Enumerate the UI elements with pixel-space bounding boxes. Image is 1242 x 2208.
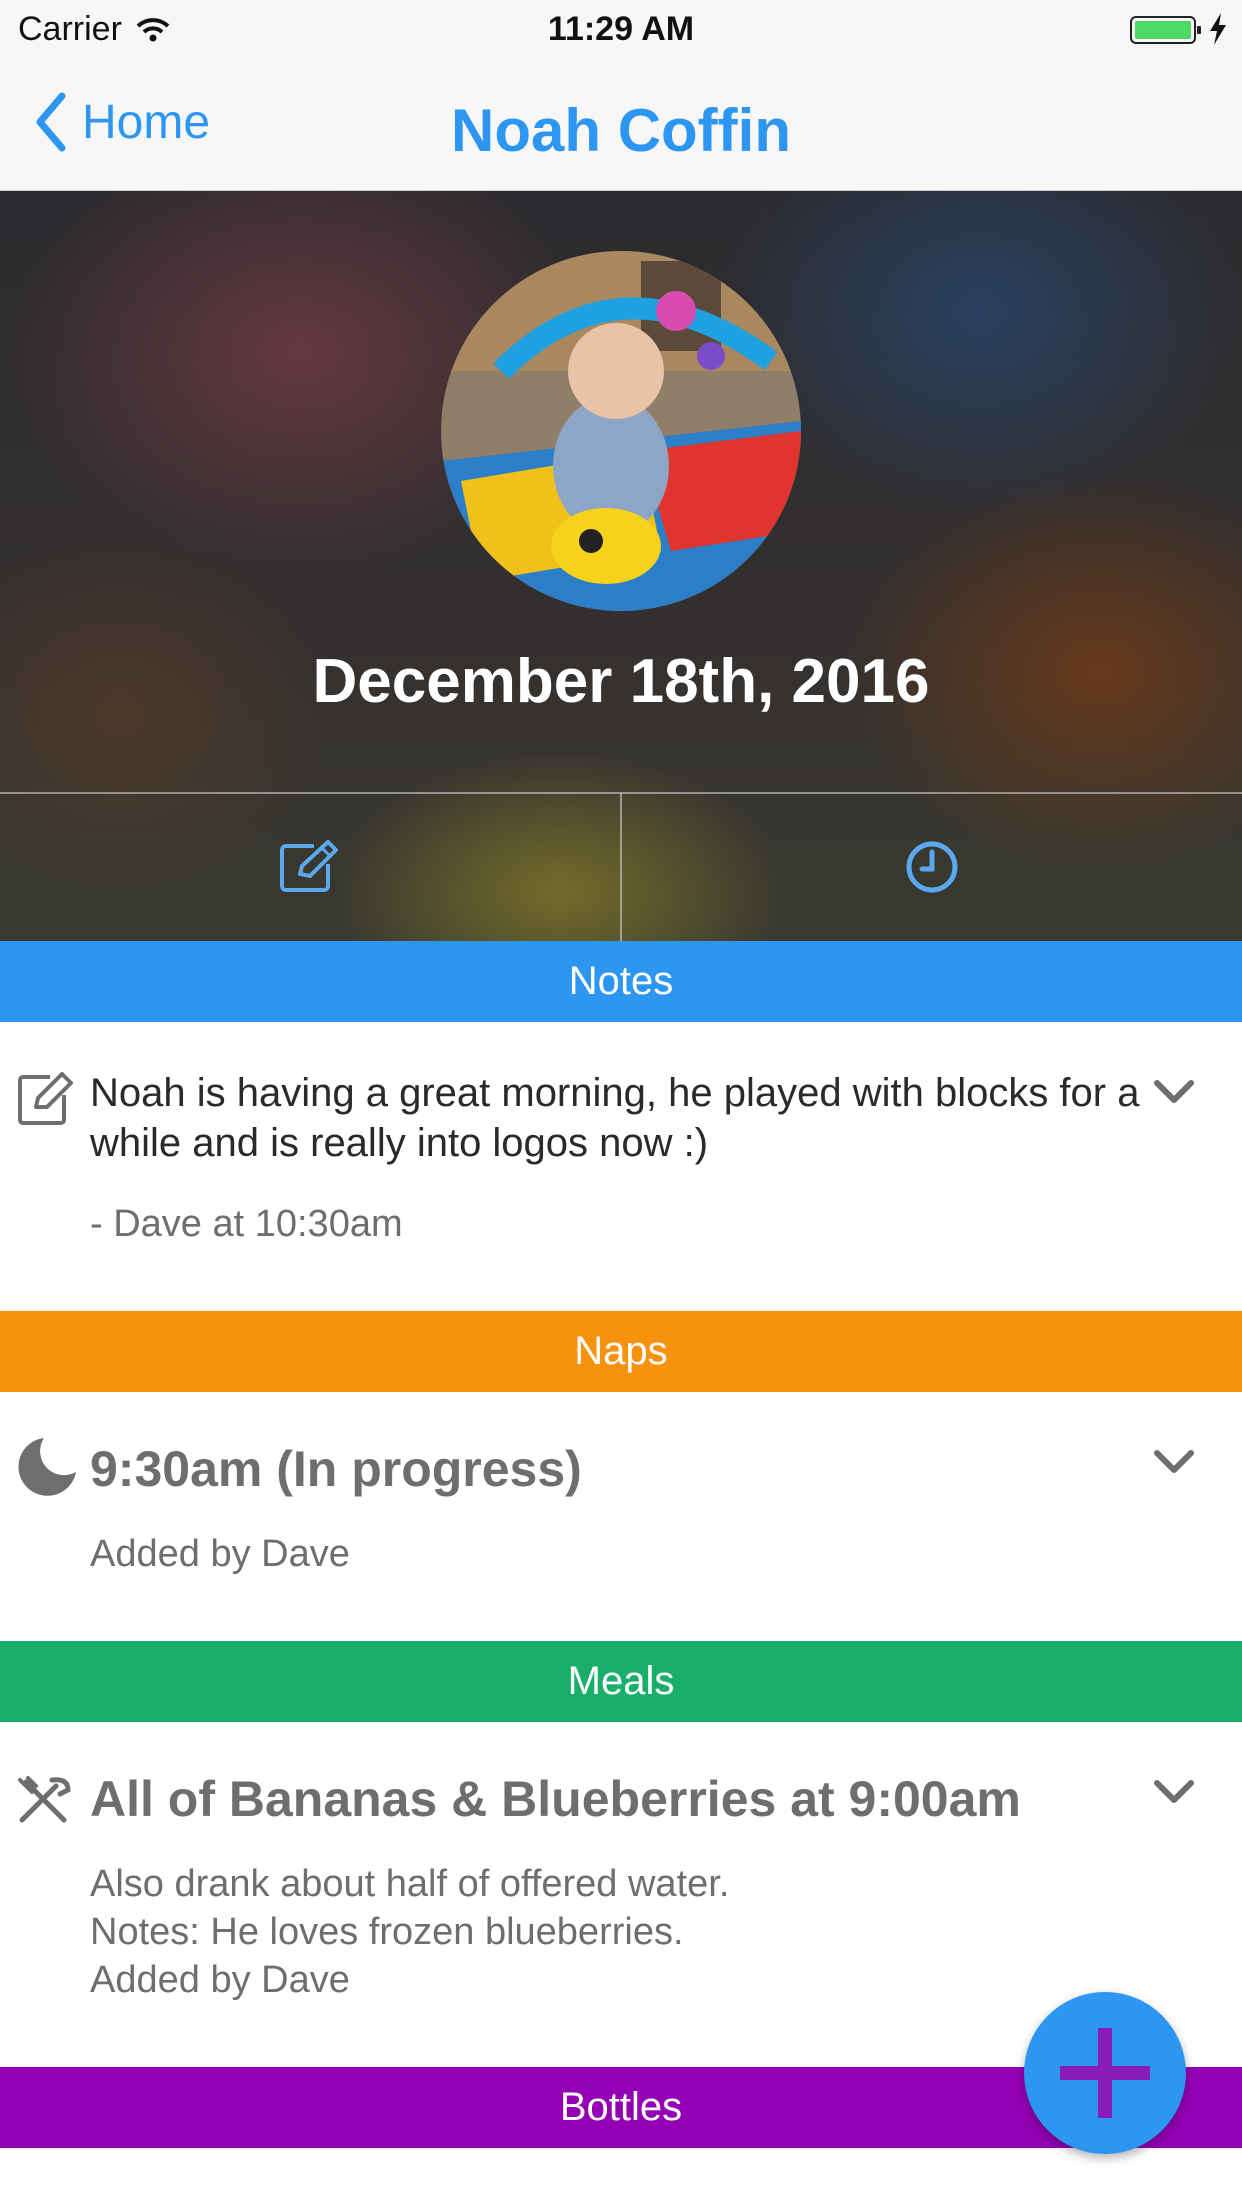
meal-added-by: Added by Dave (90, 1959, 350, 2001)
meals-header: Meals (0, 1641, 1242, 1722)
add-note-button[interactable] (0, 793, 620, 941)
chevron-down-icon[interactable] (1152, 1078, 1196, 1108)
meal-title: All of Bananas & Blueberries at 9:00am (90, 1771, 1021, 1827)
avatar (441, 251, 801, 611)
utensils-icon (18, 1776, 71, 1823)
charging-bolt-icon (1210, 13, 1226, 45)
chevron-down-icon[interactable] (1152, 1448, 1196, 1478)
add-entry-button[interactable] (1024, 1992, 1186, 2154)
moon-icon (18, 1438, 76, 1496)
date-title: December 18th, 2016 (312, 647, 930, 716)
meal-detail: Also drank about half of offered water. (90, 1863, 730, 1905)
status-bar: Carrier 11:29 AM (0, 0, 1242, 60)
history-button[interactable] (622, 793, 1242, 941)
meal-notes: Notes: He loves frozen blueberries. (90, 1911, 684, 1953)
navigation-bar: Home Noah Coffin (0, 60, 1242, 191)
nav-title: Noah Coffin (451, 97, 791, 164)
naps-header: Naps (0, 1311, 1242, 1392)
note-text: Noah is having a great morning, he playe… (90, 1071, 1140, 1165)
edit-icon (280, 840, 338, 892)
battery-icon (1130, 16, 1201, 44)
note-icon (18, 1072, 73, 1125)
nap-title: 9:30am (In progress) (90, 1441, 582, 1497)
profile-header: December 18th, 2016 (0, 191, 1242, 941)
notes-header: Notes (0, 941, 1242, 1022)
status-time: 11:29 AM (547, 10, 695, 48)
note-author: - Dave at 10:30am (90, 1203, 403, 1245)
nap-added-by: Added by Dave (90, 1533, 350, 1575)
chevron-down-icon[interactable] (1152, 1778, 1196, 1808)
clock-icon (906, 841, 958, 893)
